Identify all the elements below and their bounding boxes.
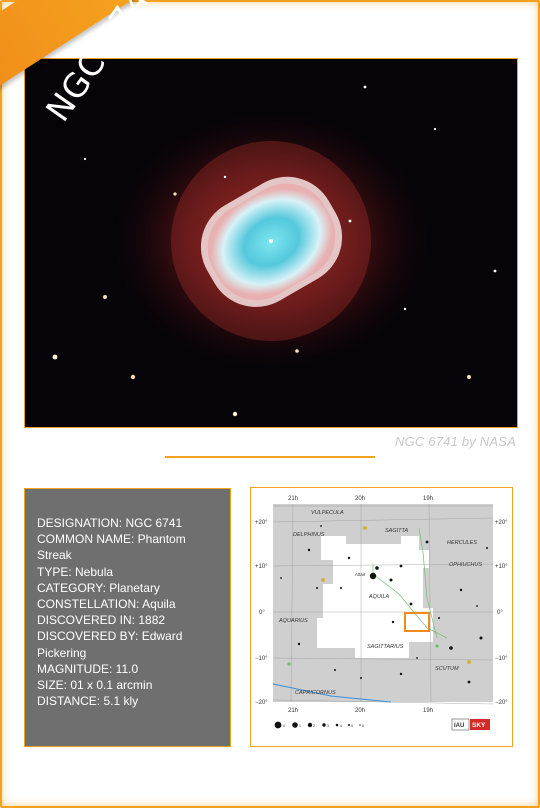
label-delphinus: DELPHINUS — [293, 532, 325, 538]
type-text: TYPE: Nebula — [37, 564, 114, 579]
dec-label-m10-right: −10° — [495, 656, 508, 662]
label-altair: Altair — [355, 572, 366, 577]
label-ophiuchus: OPHIUCHUS — [449, 562, 482, 568]
dec-label-p20-right: +20° — [495, 520, 508, 526]
dec-label-m20: −20° — [255, 700, 268, 706]
magnitude-text: MAGNITUDE: 11.0 — [37, 661, 139, 676]
iau-logo-text: IAU — [454, 723, 464, 729]
designation-text: DESIGNATION: NGC 6741 — [37, 516, 183, 530]
dec-label-0-right: 0° — [497, 610, 503, 616]
size-text: SIZE: 01 x 0.1 arcmin — [37, 678, 153, 693]
mag-1: 1 — [299, 724, 301, 728]
star-map-chart: 21h 20h 19h 21h 20h 19h +20° +10° 0° −10… — [255, 496, 508, 731]
photo-caption: NGC 6741 by NASA — [395, 434, 516, 449]
dec-label-p10-right: +10° — [495, 564, 508, 570]
mag-4: 4 — [340, 724, 342, 728]
label-capricornus: CAPRICORNUS — [295, 690, 336, 696]
info-panel: DESIGNATION: NGC 6741 COMMON NAME: Phant… — [24, 488, 231, 747]
magnitude-scale — [274, 721, 361, 729]
constellation-text: CONSTELLATION: Aquila — [37, 597, 176, 612]
mag-6: 6 — [362, 724, 364, 728]
ra-label-19-bottom: 19h — [423, 708, 433, 714]
mag-2: 2 — [313, 724, 315, 728]
divider — [165, 456, 375, 458]
label-sagittarius: SAGITTARIUS — [367, 644, 404, 650]
ra-label-20-bottom: 20h — [355, 708, 365, 714]
label-aquila: AQUILA — [368, 594, 390, 600]
dec-label-p20: +20° — [255, 520, 268, 526]
ra-label-21-bottom: 21h — [288, 708, 298, 714]
discovered-in-text: DISCOVERED IN: 1882 — [37, 613, 166, 628]
label-sagitta: SAGITTA — [385, 528, 408, 534]
mag-5: 5 — [351, 724, 353, 728]
label-vulpecula: VULPECULA — [311, 510, 344, 516]
star-map: 21h 20h 19h 21h 20h 19h +20° +10° 0° −10… — [250, 487, 513, 747]
dec-label-0: 0° — [259, 610, 265, 616]
category-text: CATEGORY: Planetary — [37, 580, 160, 595]
common-name-text: COMMON NAME: Phantom Streak — [37, 532, 186, 563]
ra-label-20: 20h — [355, 496, 365, 502]
dec-label-m10: −10° — [255, 656, 268, 662]
label-scutum: SCUTUM — [435, 666, 459, 672]
mag-3: 3 — [327, 724, 329, 728]
mag-0: 0 — [283, 724, 285, 728]
label-hercules: HERCULES — [447, 540, 477, 546]
ra-label-19: 19h — [423, 496, 433, 502]
discovered-by-text: DISCOVERED BY: Edward Pickering — [37, 629, 183, 660]
dec-label-m20-right: −20° — [495, 700, 508, 706]
label-aquarius: AQUARIUS — [278, 618, 308, 624]
dec-label-p10: +10° — [255, 564, 268, 570]
distance-text: DISTANCE: 5.1 kly — [37, 694, 139, 709]
sky-logo-text: SKY — [472, 722, 486, 729]
ra-label-21: 21h — [288, 496, 298, 502]
